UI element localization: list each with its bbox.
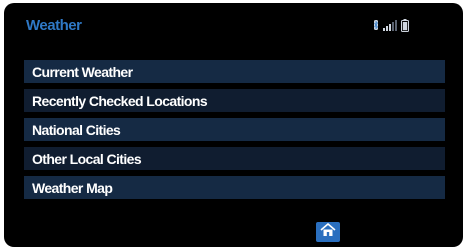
- menu-item-recently-checked-locations[interactable]: Recently Checked Locations: [24, 89, 445, 112]
- menu-item-national-cities[interactable]: National Cities: [24, 118, 445, 141]
- home-icon: [320, 222, 336, 242]
- menu-item-label: Weather Map: [32, 179, 113, 196]
- header: Weather: [4, 3, 463, 49]
- status-bar: [373, 18, 409, 32]
- menu-item-label: National Cities: [32, 121, 121, 138]
- menu-item-label: Other Local Cities: [32, 150, 142, 167]
- signal-strength-icon: [383, 19, 397, 31]
- menu-item-label: Recently Checked Locations: [32, 92, 208, 109]
- head-unit-screen: Weather Current Weather Recently Checked…: [4, 3, 463, 247]
- home-button[interactable]: [316, 222, 340, 242]
- bluetooth-icon: [373, 19, 379, 31]
- page-title: Weather: [26, 17, 82, 34]
- weather-menu-list: Current Weather Recently Checked Locatio…: [24, 60, 445, 205]
- menu-item-other-local-cities[interactable]: Other Local Cities: [24, 147, 445, 170]
- menu-item-label: Current Weather: [32, 63, 133, 80]
- menu-item-current-weather[interactable]: Current Weather: [24, 60, 445, 83]
- menu-item-weather-map[interactable]: Weather Map: [24, 176, 445, 199]
- battery-icon: [401, 18, 409, 32]
